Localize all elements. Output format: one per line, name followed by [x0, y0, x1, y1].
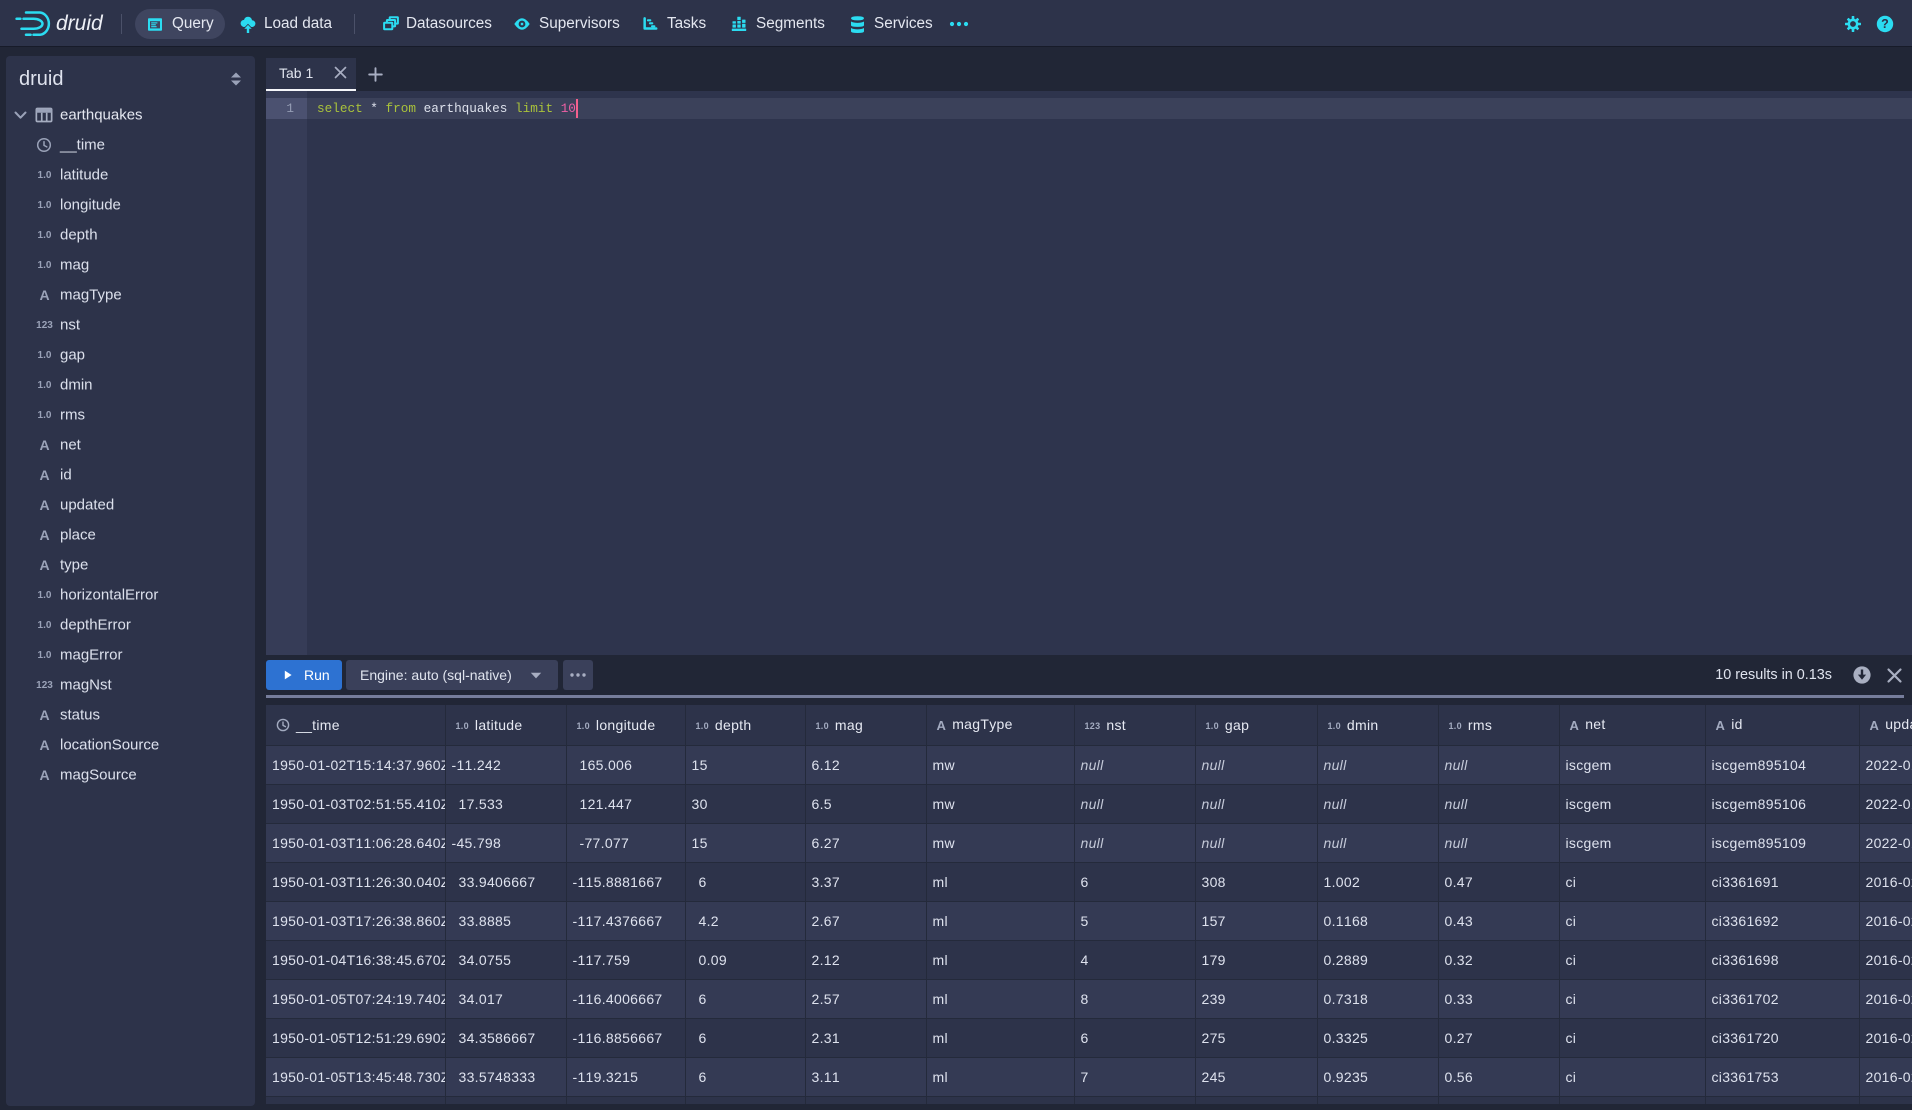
svg-text:?: ?	[1881, 17, 1889, 31]
